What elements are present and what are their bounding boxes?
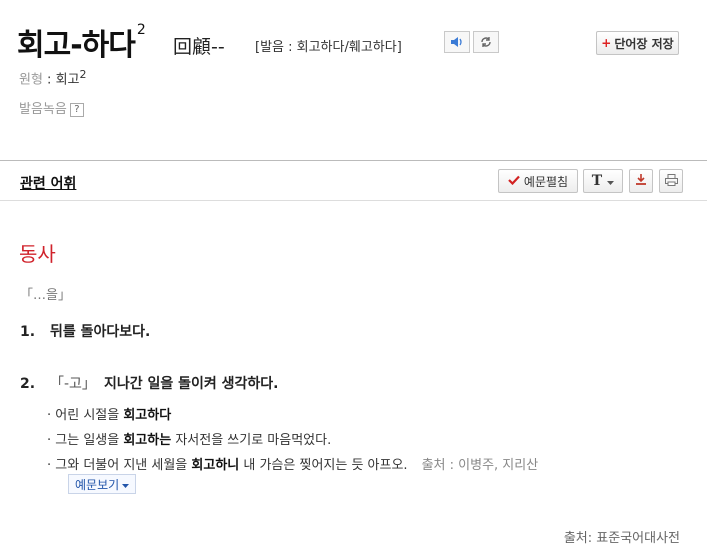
- pronunciation: [발음 : 회고하다/훼고하다]: [255, 40, 402, 55]
- print-button[interactable]: [659, 169, 683, 193]
- example-item: · 그는 일생을 회고하는 자서전을 쓰기로 마음먹었다.: [47, 429, 331, 448]
- more-examples-button[interactable]: 예문보기: [68, 474, 137, 494]
- original-form-value: 회고: [55, 72, 80, 88]
- save-label: 단어장 저장: [614, 36, 674, 51]
- related-words-link[interactable]: 관련 어휘: [20, 173, 76, 193]
- example-highlight: 회고하는: [123, 433, 172, 448]
- print-icon: [664, 173, 678, 189]
- pronunciation-recording-row: 발음녹음?: [19, 98, 84, 117]
- font-size-button[interactable]: T: [583, 169, 623, 193]
- example-text-pre: 어린 시절을: [55, 408, 124, 423]
- sentence-pattern: 「…을」: [20, 288, 71, 303]
- example-highlight: 회고하다: [123, 408, 172, 423]
- recording-label: 발음녹음: [19, 102, 67, 117]
- save-to-wordbook-button[interactable]: + 단어장 저장: [596, 31, 679, 55]
- hanja: 回顧--: [173, 36, 225, 58]
- homograph-number: 2: [136, 22, 146, 38]
- original-form-separator: :: [42, 72, 56, 88]
- expand-examples-label: 예문펼침: [523, 174, 569, 189]
- sense-definition: 뒤를 돌아다보다.: [50, 324, 151, 340]
- speaker-icon: [450, 33, 464, 52]
- sense-definition: 지나간 일을 돌이켜 생각하다.: [103, 376, 279, 392]
- font-size-label: T: [591, 173, 603, 189]
- example-highlight: 회고하니: [191, 458, 240, 473]
- part-of-speech: 동사: [19, 242, 56, 266]
- caret-down-icon: [122, 477, 130, 491]
- example-source: 출처 : 이병주, 지리산: [421, 458, 539, 473]
- example-text-pre: 그는 일생을: [55, 433, 124, 448]
- example-item: · 그와 더불어 지낸 세월을 회고하니 내 가슴은 찢어지는 듯 아프오. 출처…: [47, 454, 538, 473]
- more-examples-label: 예문보기: [75, 477, 120, 492]
- original-form-row: 원형 : 회고2: [19, 68, 87, 87]
- play-audio-button[interactable]: [444, 31, 470, 53]
- headword: 회고-하다 2: [17, 20, 146, 64]
- sense-tag: 「-고」: [50, 376, 96, 392]
- example-text-post: 자서전을 쓰기로 마음먹었다.: [171, 433, 332, 448]
- caret-down-icon: [607, 174, 615, 188]
- headword-text: 회고-하다: [17, 28, 136, 63]
- original-form-sup: 2: [79, 68, 87, 81]
- sense-number: 1.: [20, 324, 36, 340]
- repeat-audio-button[interactable]: [473, 31, 499, 53]
- expand-examples-button[interactable]: 예문펼침: [498, 169, 578, 193]
- help-icon[interactable]: ?: [69, 102, 84, 117]
- check-icon: [508, 174, 520, 188]
- sense-2: 2. 「-고」 지나간 일을 돌이켜 생각하다.: [20, 373, 278, 393]
- download-icon: [635, 173, 647, 189]
- repeat-icon: [479, 33, 493, 52]
- sense-1: 1. 뒤를 돌아다보다.: [20, 321, 150, 341]
- plus-icon: +: [601, 36, 612, 50]
- example-text-pre: 그와 더불어 지낸 세월을: [55, 458, 192, 473]
- original-form-label: 원형: [19, 72, 43, 88]
- dictionary-source: 출처: 표준국어대사전: [563, 531, 680, 546]
- example-item: · 어린 시절을 회고하다: [47, 404, 171, 423]
- example-text-post: 내 가슴은 찢어지는 듯 아프오.: [239, 458, 408, 473]
- sense-number: 2.: [20, 376, 36, 392]
- download-button[interactable]: [629, 169, 653, 193]
